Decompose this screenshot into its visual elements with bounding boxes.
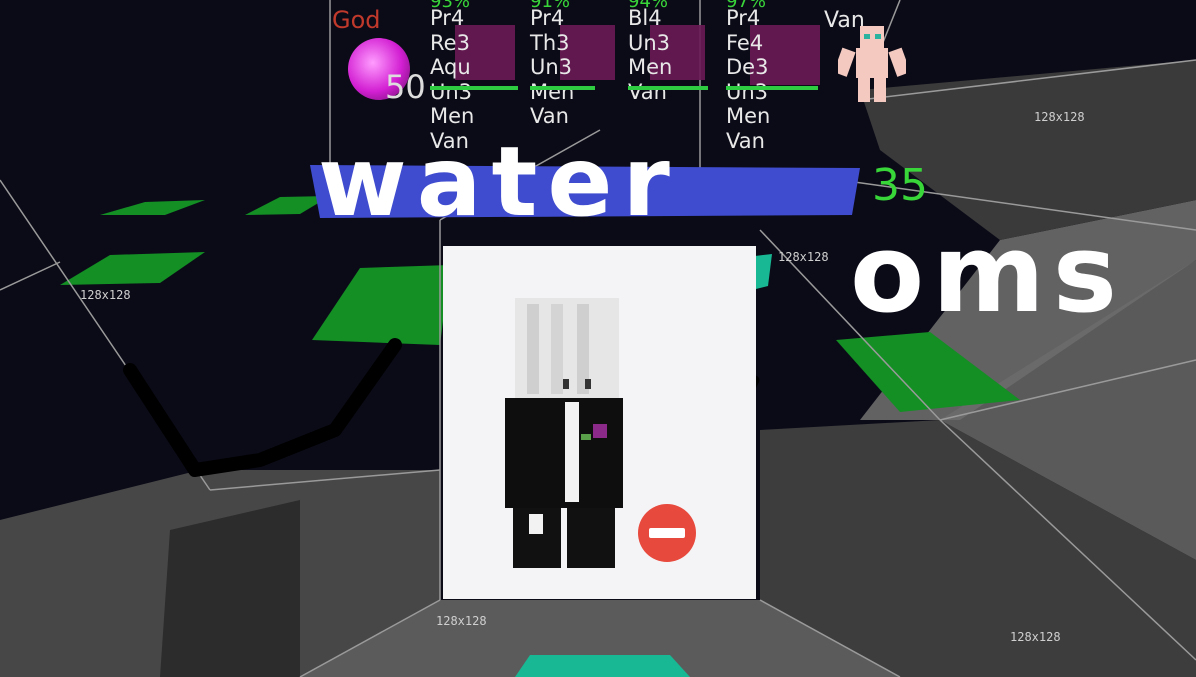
column-health-bar — [628, 86, 708, 90]
texture-label: 128x128 — [436, 614, 487, 628]
skin-figure-icon — [505, 298, 623, 568]
column-line: Un3 — [430, 79, 473, 104]
god-label: God — [332, 6, 381, 34]
column-percent: 94% — [628, 0, 669, 12]
column-line: Un3 — [726, 79, 769, 104]
texture-label: 128x128 — [80, 288, 131, 302]
green-panel-4 — [312, 265, 450, 345]
score-counter: 35 — [872, 160, 928, 211]
teal-tile-bottom — [515, 655, 690, 677]
column-health-bar — [530, 86, 595, 90]
green-panel-3 — [60, 252, 205, 285]
column-line: Men — [628, 55, 673, 79]
column-line: Th3 — [530, 30, 570, 55]
texture-label: 128x128 — [1034, 110, 1085, 124]
column-health-bar — [726, 86, 818, 90]
column-percent: 93% — [430, 0, 471, 12]
column-health-bar — [430, 86, 518, 90]
column-line: Men — [530, 79, 575, 104]
column-line: Aqu — [430, 55, 471, 79]
column-line: Van — [726, 128, 765, 153]
player-doll-icon — [838, 26, 906, 102]
no-entry-icon[interactable] — [637, 503, 697, 563]
column-percent: 97% — [726, 0, 767, 12]
column-percent: 91% — [530, 0, 571, 12]
column-line: Van — [530, 104, 569, 128]
scribble-water: water — [318, 126, 680, 238]
column-line: Men — [726, 104, 771, 128]
black-scribble-left — [123, 338, 402, 477]
skin-card[interactable] — [443, 246, 756, 599]
hud-column-4: 97% Pr4 Fe4 De3 Un3 Men Van — [726, 0, 771, 153]
green-panel-1 — [100, 200, 205, 215]
column-line: Men — [430, 104, 475, 128]
column-line: Van — [628, 79, 667, 104]
hud-column-2: 91% Pr4 Th3 Un3 Men Van — [530, 0, 575, 129]
column-line: Un3 — [628, 30, 671, 55]
texture-label: 128x128 — [778, 250, 829, 264]
texture-label: 128x128 — [1010, 630, 1061, 644]
column-line: De3 — [726, 55, 769, 79]
column-line: Fe4 — [726, 30, 764, 55]
orb-count: 50 — [385, 68, 426, 106]
column-line: Re3 — [430, 30, 470, 55]
scribble-oms: oms — [850, 212, 1126, 337]
column-line: Un3 — [530, 55, 573, 79]
